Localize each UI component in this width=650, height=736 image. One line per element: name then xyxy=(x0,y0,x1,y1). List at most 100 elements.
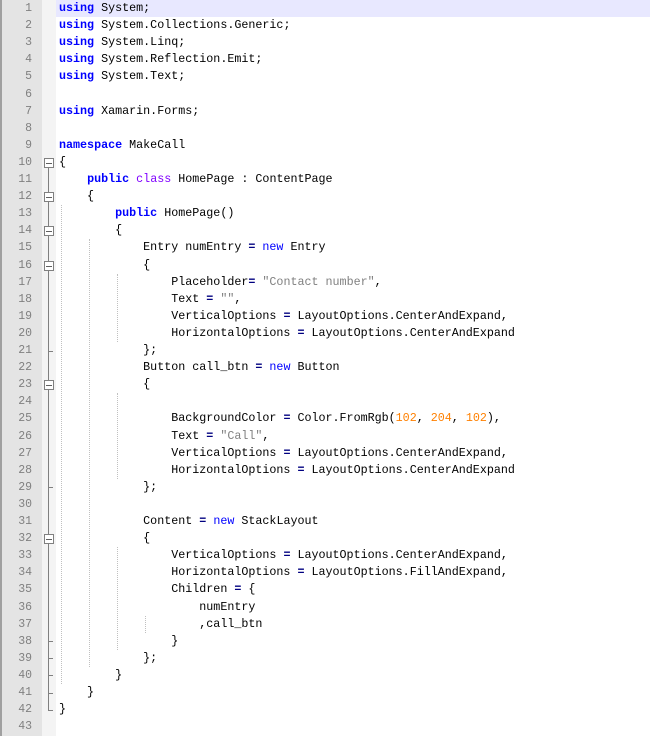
line-content: VerticalOptions = LayoutOptions.CenterAn… xyxy=(59,547,508,564)
code-line[interactable] xyxy=(56,120,650,137)
code-line[interactable] xyxy=(56,393,650,410)
line-number: 38 xyxy=(18,634,32,648)
code-line[interactable]: } xyxy=(56,701,650,718)
code-text: HorizontalOptions xyxy=(59,462,298,477)
code-line[interactable]: Button call_btn = new Button xyxy=(56,359,650,376)
current-code-line[interactable]: using System; xyxy=(56,0,650,18)
code-line[interactable]: public HomePage() xyxy=(56,205,650,222)
line-number: 14 xyxy=(18,224,32,238)
line-content: { xyxy=(59,530,150,547)
line-number: 26 xyxy=(18,429,32,443)
code-line[interactable]: } xyxy=(56,667,650,684)
line-number: 41 xyxy=(18,686,32,699)
code-text: }; xyxy=(59,343,158,357)
line-content: Entry numEntry = new Entry xyxy=(59,239,326,256)
line-number: 21 xyxy=(18,344,32,357)
code-text: System.Collections.Generic; xyxy=(94,18,291,33)
line-number: 34 xyxy=(18,566,32,580)
code-line[interactable]: { xyxy=(56,530,650,547)
code-text: LayoutOptions.CenterAndExpand, xyxy=(290,445,508,460)
code-line[interactable]: Placeholder= "Contact number", xyxy=(56,274,650,291)
line-content: using System.Text; xyxy=(59,68,185,85)
line-content: using System.Reflection.Emit; xyxy=(59,51,262,68)
collapse-fold-icon[interactable] xyxy=(44,192,54,203)
collapse-fold-icon[interactable] xyxy=(44,534,54,545)
code-text: HomePage : ContentPage xyxy=(171,172,333,186)
line-number: 39 xyxy=(18,651,32,665)
line-number: 2 xyxy=(25,19,32,33)
fold-line xyxy=(48,162,49,710)
code-text: , xyxy=(416,411,431,426)
code-line[interactable]: { xyxy=(56,257,650,274)
code-line[interactable]: HorizontalOptions = LayoutOptions.Center… xyxy=(56,462,650,479)
line-number: 27 xyxy=(18,446,32,460)
code-line[interactable]: using Xamarin.Forms; xyxy=(56,103,650,120)
code-line[interactable] xyxy=(56,86,650,103)
code-line[interactable]: numEntry xyxy=(56,599,650,616)
code-line[interactable] xyxy=(56,718,650,735)
code-line[interactable]: VerticalOptions = LayoutOptions.CenterAn… xyxy=(56,547,650,564)
code-line[interactable]: } xyxy=(56,684,650,701)
code-text: { xyxy=(59,154,67,169)
code-line[interactable]: public class HomePage : ContentPage xyxy=(56,171,650,188)
code-line[interactable]: namespace MakeCall xyxy=(56,137,650,154)
fold-end-marker xyxy=(48,709,53,711)
code-line[interactable]: Content = new StackLayout xyxy=(56,513,650,530)
collapse-fold-icon[interactable] xyxy=(44,380,54,391)
code-line[interactable]: Entry numEntry = new Entry xyxy=(56,239,650,256)
line-number: 16 xyxy=(18,258,32,272)
code-line[interactable]: }; xyxy=(56,342,650,359)
fold-end-marker xyxy=(48,641,53,643)
code-line[interactable]: VerticalOptions = LayoutOptions.CenterAn… xyxy=(56,308,650,325)
code-line[interactable]: { xyxy=(56,188,650,205)
code-line[interactable]: Text = "Call", xyxy=(56,428,650,445)
code-line[interactable]: } xyxy=(56,633,650,650)
code-text: LayoutOptions.CenterAndExpand xyxy=(304,325,515,340)
keyword: public xyxy=(115,206,158,221)
code-text: LayoutOptions.CenterAndExpand, xyxy=(290,548,508,563)
code-text: BackgroundColor xyxy=(59,411,284,426)
fold-margin[interactable] xyxy=(42,0,56,736)
code-line[interactable]: BackgroundColor = Color.FromRgb(102, 204… xyxy=(56,410,650,427)
line-number: 29 xyxy=(18,480,32,494)
line-number: 8 xyxy=(25,121,32,135)
code-text: }; xyxy=(59,650,158,665)
code-line[interactable]: }; xyxy=(56,650,650,667)
line-number: 10 xyxy=(18,155,32,169)
indent-guide xyxy=(117,547,118,650)
code-line[interactable]: VerticalOptions = LayoutOptions.CenterAn… xyxy=(56,445,650,462)
code-text: Button xyxy=(290,360,340,375)
line-number-gutter: 1 2 3 4 5 6 7 8 9 10 11 12 13 14 15 16 17 18 19 20 21 22 23 24 2… xyxy=(0,0,42,736)
code-line[interactable]: using System.Reflection.Emit; xyxy=(56,51,650,68)
line-content: namespace MakeCall xyxy=(59,137,185,154)
code-editor[interactable]: 1 2 3 4 5 6 7 8 9 10 11 12 13 14 15 16 17 18 19 20 21 22 23 24 2… xyxy=(0,0,650,736)
code-line[interactable]: HorizontalOptions = LayoutOptions.FillAn… xyxy=(56,564,650,581)
code-line[interactable]: HorizontalOptions = LayoutOptions.Center… xyxy=(56,325,650,342)
code-line[interactable] xyxy=(56,496,650,513)
code-line[interactable]: using System.Collections.Generic; xyxy=(56,17,650,34)
code-text: Entry xyxy=(283,240,326,255)
code-line[interactable]: }; xyxy=(56,479,650,496)
code-text: { xyxy=(59,531,151,546)
code-line[interactable]: { xyxy=(56,376,650,393)
code-line[interactable]: using System.Linq; xyxy=(56,34,650,51)
collapse-fold-icon[interactable] xyxy=(44,226,54,237)
string-literal: "Call" xyxy=(220,428,263,443)
code-text: { xyxy=(59,257,151,272)
line-content: public class HomePage : ContentPage xyxy=(59,171,333,188)
line-content: } xyxy=(59,701,66,718)
code-line[interactable]: using System.Text; xyxy=(56,68,650,85)
number-literal: 204 xyxy=(430,411,452,426)
collapse-fold-icon[interactable] xyxy=(44,157,54,168)
code-line[interactable]: { xyxy=(56,154,650,171)
code-line[interactable]: { xyxy=(56,222,650,239)
line-number: 35 xyxy=(18,583,32,597)
code-text: VerticalOptions xyxy=(59,308,284,323)
code-text: Text xyxy=(59,291,207,306)
collapse-fold-icon[interactable] xyxy=(44,260,54,271)
code-line[interactable]: Children = { xyxy=(56,581,650,598)
line-number: 17 xyxy=(18,275,32,289)
code-line[interactable]: Text = "", xyxy=(56,291,650,308)
